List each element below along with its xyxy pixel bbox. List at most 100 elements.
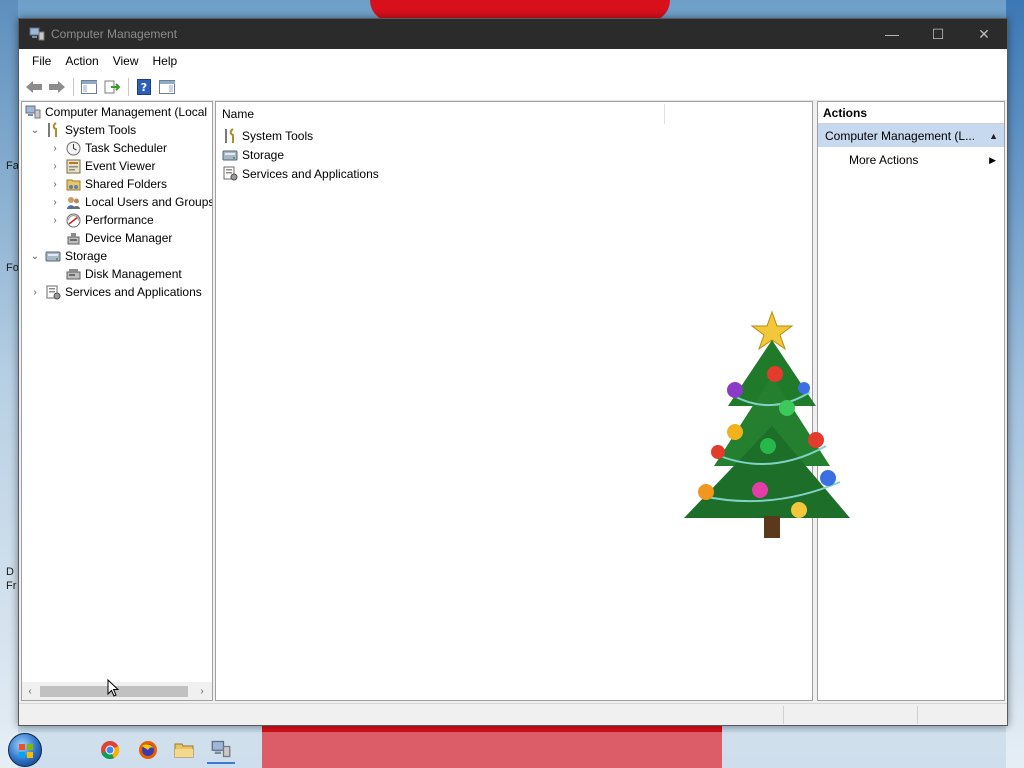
tree-item-root[interactable]: Computer Management (Local: [25, 103, 207, 121]
tree-item-storage[interactable]: ⌄ Storage: [28, 247, 107, 265]
console-tree[interactable]: Computer Management (Local ⌄ System Tool…: [21, 101, 213, 701]
show-hide-action-pane-icon[interactable]: [156, 76, 178, 98]
list-item[interactable]: Storage: [216, 145, 812, 164]
toolbar-separator: [128, 77, 129, 96]
column-header-name[interactable]: Name: [222, 107, 254, 121]
toolbar: ?: [19, 73, 1007, 101]
mouse-cursor-icon: [107, 679, 119, 697]
chevron-down-icon[interactable]: ⌄: [28, 123, 42, 137]
window-title: Computer Management: [51, 27, 178, 41]
status-bar: [19, 703, 1007, 725]
clock-icon: [65, 140, 81, 156]
more-actions-item[interactable]: More Actions ▶: [818, 148, 1004, 172]
chevron-right-icon[interactable]: ›: [48, 195, 62, 209]
device-manager-icon: [65, 230, 81, 246]
tree-item-system-tools[interactable]: ⌄ System Tools: [28, 121, 136, 139]
chevron-right-icon[interactable]: ›: [48, 159, 62, 173]
list-header: Name: [216, 102, 812, 126]
users-icon: [65, 194, 81, 210]
tree-item-services-applications[interactable]: › Services and Applications: [28, 283, 202, 301]
title-bar[interactable]: Computer Management — ☐ ✕: [19, 19, 1007, 49]
scroll-right-icon[interactable]: ›: [194, 682, 210, 700]
tree-item-label: Event Viewer: [85, 159, 156, 173]
results-pane[interactable]: Name System Tools Storage Services and A…: [215, 101, 813, 701]
status-separator: [917, 706, 918, 724]
minimize-button[interactable]: —: [869, 19, 915, 49]
actions-section-label: Computer Management (L...: [825, 128, 976, 143]
desktop-left-strip: [0, 0, 18, 768]
chrome-taskbar-button[interactable]: [96, 736, 124, 764]
tree-item-local-users-groups[interactable]: › Local Users and Groups: [48, 193, 212, 211]
computer-management-icon: [29, 27, 45, 41]
chevron-right-icon[interactable]: ›: [48, 213, 62, 227]
actions-section-computer-management[interactable]: Computer Management (L... ▲: [818, 124, 1004, 148]
folder-icon: [174, 743, 194, 758]
desktop-icon-label[interactable]: D: [6, 566, 14, 578]
computer-management-icon: [211, 740, 231, 758]
tools-icon: [222, 127, 238, 144]
storage-icon: [45, 248, 61, 264]
chevron-right-icon[interactable]: ›: [48, 141, 62, 155]
desktop-icon-label[interactable]: Fo: [6, 262, 19, 274]
tree-item-task-scheduler[interactable]: › Task Scheduler: [48, 139, 167, 157]
main-content: Computer Management (Local ⌄ System Tool…: [19, 101, 1007, 703]
performance-icon: [65, 212, 81, 228]
status-separator: [783, 706, 784, 724]
menu-action[interactable]: Action: [58, 54, 105, 68]
services-icon: [222, 166, 238, 182]
tree-item-label: System Tools: [65, 123, 137, 137]
computer-management-taskbar-button[interactable]: [207, 736, 235, 764]
column-separator[interactable]: [664, 104, 665, 124]
tree-item-label: Disk Management: [85, 267, 182, 281]
tree-item-label: Services and Applications: [65, 285, 202, 299]
chevron-right-icon[interactable]: ›: [28, 285, 42, 299]
start-button[interactable]: [8, 733, 42, 767]
scroll-left-icon[interactable]: ‹: [22, 682, 38, 700]
menu-help[interactable]: Help: [146, 54, 185, 68]
actions-header: Actions: [818, 102, 1004, 124]
computer-management-window: Computer Management — ☐ ✕ File Action Vi…: [18, 18, 1008, 726]
svg-text:?: ?: [141, 81, 147, 94]
more-actions-label: More Actions: [849, 153, 919, 167]
menu-bar: File Action View Help: [19, 49, 1007, 73]
tree-item-device-manager[interactable]: Device Manager: [65, 229, 172, 247]
chevron-right-icon[interactable]: ›: [48, 177, 62, 191]
submenu-arrow-icon: ▶: [989, 154, 996, 165]
help-icon[interactable]: ?: [133, 76, 155, 98]
windows-logo-icon: [19, 744, 33, 758]
tree-item-event-viewer[interactable]: › Event Viewer: [48, 157, 155, 175]
chevron-down-icon[interactable]: ⌄: [28, 249, 42, 263]
maximize-button[interactable]: ☐: [915, 19, 961, 49]
back-icon[interactable]: [23, 76, 45, 98]
tree-item-performance[interactable]: › Performance: [48, 211, 154, 229]
list-item[interactable]: System Tools: [216, 126, 812, 145]
export-list-icon[interactable]: [101, 76, 123, 98]
firefox-taskbar-button[interactable]: [134, 736, 162, 764]
event-viewer-icon: [65, 158, 81, 174]
chrome-icon: [101, 741, 120, 760]
tree-item-shared-folders[interactable]: › Shared Folders: [48, 175, 167, 193]
actions-pane: Actions Computer Management (L... ▲ More…: [817, 101, 1005, 701]
desktop-icon-label[interactable]: Fr: [6, 580, 16, 592]
computer-management-icon: [25, 104, 41, 120]
tree-item-label: Storage: [65, 249, 108, 263]
tree-item-label: Computer Management (Local: [45, 105, 208, 119]
desktop-icon-label[interactable]: Fa: [6, 160, 19, 172]
collapse-up-icon[interactable]: ▲: [989, 131, 998, 141]
toolbar-separator: [73, 77, 74, 96]
tree-item-label: Shared Folders: [85, 177, 168, 191]
forward-icon[interactable]: [46, 76, 68, 98]
tools-icon: [45, 122, 61, 138]
tree-item-label: Performance: [85, 213, 154, 227]
list-item-label: Storage: [242, 147, 285, 162]
list-item[interactable]: Services and Applications: [216, 164, 812, 183]
show-hide-console-tree-icon[interactable]: [78, 76, 100, 98]
file-explorer-taskbar-button[interactable]: [170, 736, 198, 764]
menu-file[interactable]: File: [25, 54, 58, 68]
close-button[interactable]: ✕: [961, 19, 1007, 49]
taskbar: [0, 732, 1024, 768]
tree-item-disk-management[interactable]: Disk Management: [65, 265, 182, 283]
disk-management-icon: [65, 266, 81, 282]
storage-icon: [222, 147, 238, 163]
menu-view[interactable]: View: [106, 54, 146, 68]
